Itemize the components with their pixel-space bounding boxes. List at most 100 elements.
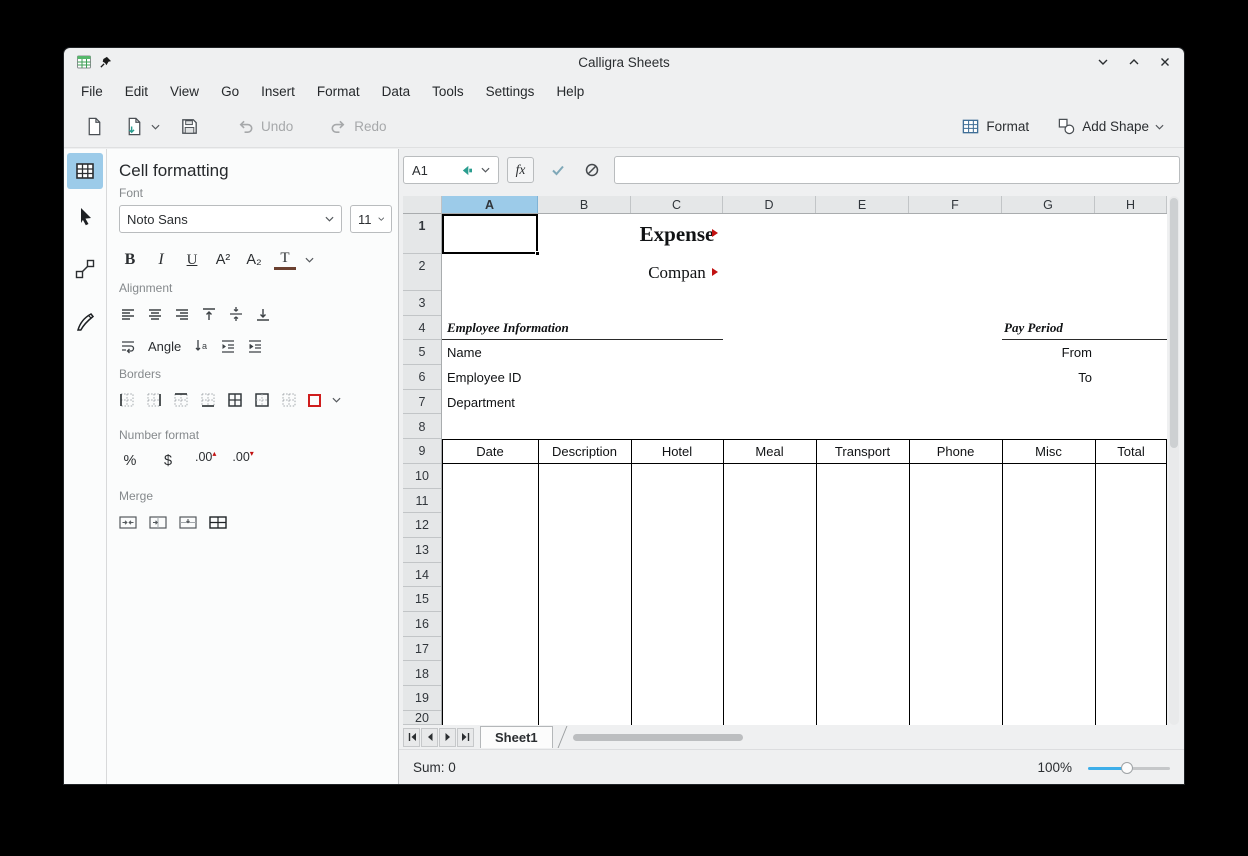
align-left-icon[interactable] xyxy=(119,305,137,323)
font-color-dropdown-icon[interactable] xyxy=(305,257,314,263)
row-header-8[interactable]: 8 xyxy=(403,415,441,440)
border-dropdown-icon[interactable] xyxy=(332,397,341,403)
align-top-icon[interactable] xyxy=(200,305,218,323)
row-header-20[interactable]: 20 xyxy=(403,711,441,725)
row-header-9[interactable]: 9 xyxy=(403,439,441,464)
fill-handle[interactable] xyxy=(535,251,540,256)
align-middle-icon[interactable] xyxy=(227,305,245,323)
expense-table-header-cell[interactable]: Meal xyxy=(723,440,816,463)
row-header-15[interactable]: 15 xyxy=(403,587,441,612)
expense-table-header-cell[interactable]: Description xyxy=(538,440,631,463)
cell-company[interactable]: Compan xyxy=(631,254,723,291)
redo-button[interactable]: Redo xyxy=(324,114,391,139)
apply-button[interactable] xyxy=(544,157,572,183)
menu-item[interactable]: Help xyxy=(545,79,595,104)
column-header-H[interactable]: H xyxy=(1095,196,1167,213)
subscript-button[interactable]: A₂ xyxy=(243,249,265,271)
maximize-button[interactable] xyxy=(1127,55,1141,69)
menu-item[interactable]: Go xyxy=(210,79,250,104)
row-header-6[interactable]: 6 xyxy=(403,365,441,390)
zoom-slider[interactable] xyxy=(1088,761,1170,775)
wrap-text-icon[interactable] xyxy=(119,337,137,355)
row-header-11[interactable]: 11 xyxy=(403,489,441,514)
row-header-7[interactable]: 7 xyxy=(403,390,441,415)
row-header-14[interactable]: 14 xyxy=(403,563,441,588)
sheet-tab-sheet1[interactable]: Sheet1 xyxy=(480,726,553,748)
row-header-17[interactable]: 17 xyxy=(403,637,441,662)
expense-table-header-cell[interactable]: Total xyxy=(1095,440,1167,463)
row-header-1[interactable]: 1 xyxy=(403,214,441,254)
increase-indent-icon[interactable] xyxy=(246,337,264,355)
row-header-19[interactable]: 19 xyxy=(403,686,441,711)
border-all-icon[interactable] xyxy=(227,392,243,408)
menu-item[interactable]: Settings xyxy=(475,79,546,104)
vertical-scrollbar-thumb[interactable] xyxy=(1170,198,1178,448)
connector-tool-button[interactable] xyxy=(67,251,103,287)
superscript-button[interactable]: A² xyxy=(212,249,234,271)
previous-sheet-button[interactable] xyxy=(421,728,438,747)
cell-employee-information[interactable]: Employee Information xyxy=(447,315,569,340)
border-right-icon[interactable] xyxy=(146,392,162,408)
cell-name-label[interactable]: Name xyxy=(447,340,482,365)
cell-pay-period[interactable]: Pay Period xyxy=(1004,315,1063,340)
expense-table-header-cell[interactable]: Misc xyxy=(1002,440,1095,463)
column-header-C[interactable]: C xyxy=(631,196,723,213)
expense-table-header-cell[interactable]: Phone xyxy=(909,440,1002,463)
calligraphy-tool-button[interactable] xyxy=(67,304,103,340)
cancel-button[interactable] xyxy=(578,157,606,183)
border-color-button[interactable] xyxy=(308,394,321,407)
cell-expense-title[interactable]: Expense xyxy=(631,214,723,254)
underline-button[interactable]: U xyxy=(181,249,203,271)
select-all-corner[interactable] xyxy=(403,196,442,214)
font-size-combo[interactable]: 11 xyxy=(350,205,392,233)
merge-vertically-icon[interactable] xyxy=(179,515,197,530)
cell-department-label[interactable]: Department xyxy=(447,390,515,415)
last-sheet-button[interactable] xyxy=(457,728,474,747)
expense-table-header-cell[interactable]: Date xyxy=(442,440,538,463)
row-header-16[interactable]: 16 xyxy=(403,612,441,637)
row-header-12[interactable]: 12 xyxy=(403,513,441,538)
border-outline-icon[interactable] xyxy=(254,392,270,408)
italic-button[interactable]: I xyxy=(150,249,172,271)
border-left-icon[interactable] xyxy=(119,392,135,408)
next-sheet-button[interactable] xyxy=(439,728,456,747)
first-sheet-button[interactable] xyxy=(403,728,420,747)
row-header-3[interactable]: 3 xyxy=(403,291,441,316)
column-header-B[interactable]: B xyxy=(538,196,631,213)
close-button[interactable] xyxy=(1158,55,1172,69)
zoom-slider-handle[interactable] xyxy=(1121,762,1133,774)
save-button[interactable] xyxy=(174,113,205,140)
increase-precision-button[interactable]: .00▴ xyxy=(195,450,216,472)
horizontal-scrollbar-thumb[interactable] xyxy=(573,734,743,741)
column-header-E[interactable]: E xyxy=(816,196,909,213)
row-header-10[interactable]: 10 xyxy=(403,464,441,489)
row-header-4[interactable]: 4 xyxy=(403,316,441,341)
function-button[interactable]: fx xyxy=(507,157,534,183)
column-header-D[interactable]: D xyxy=(723,196,816,213)
border-bottom-icon[interactable] xyxy=(200,392,216,408)
row-header-5[interactable]: 5 xyxy=(403,340,441,365)
align-center-icon[interactable] xyxy=(146,305,164,323)
align-right-icon[interactable] xyxy=(173,305,191,323)
percent-format-button[interactable]: % xyxy=(119,450,141,472)
decrease-indent-icon[interactable] xyxy=(219,337,237,355)
row-header-13[interactable]: 13 xyxy=(403,538,441,563)
active-cell-selection[interactable] xyxy=(442,214,538,254)
cell-from-label[interactable]: From xyxy=(1002,340,1092,365)
vertical-scrollbar[interactable] xyxy=(1169,196,1179,725)
column-header-F[interactable]: F xyxy=(909,196,1002,213)
format-button[interactable]: Format xyxy=(956,114,1034,139)
merge-cells-icon[interactable] xyxy=(119,515,137,530)
menu-item[interactable]: Insert xyxy=(250,79,306,104)
minimize-button[interactable] xyxy=(1096,55,1110,69)
currency-format-button[interactable]: $ xyxy=(157,450,179,472)
cell-employee-id-label[interactable]: Employee ID xyxy=(447,365,521,390)
menu-item[interactable]: View xyxy=(159,79,210,104)
cell-tool-button[interactable] xyxy=(67,153,103,189)
font-family-combo[interactable]: Noto Sans xyxy=(119,205,342,233)
font-color-button[interactable]: T xyxy=(274,250,296,270)
dissociate-cells-icon[interactable] xyxy=(209,515,227,530)
add-shape-button[interactable]: Add Shape xyxy=(1052,114,1169,139)
row-header-18[interactable]: 18 xyxy=(403,662,441,687)
column-header-G[interactable]: G xyxy=(1002,196,1095,213)
